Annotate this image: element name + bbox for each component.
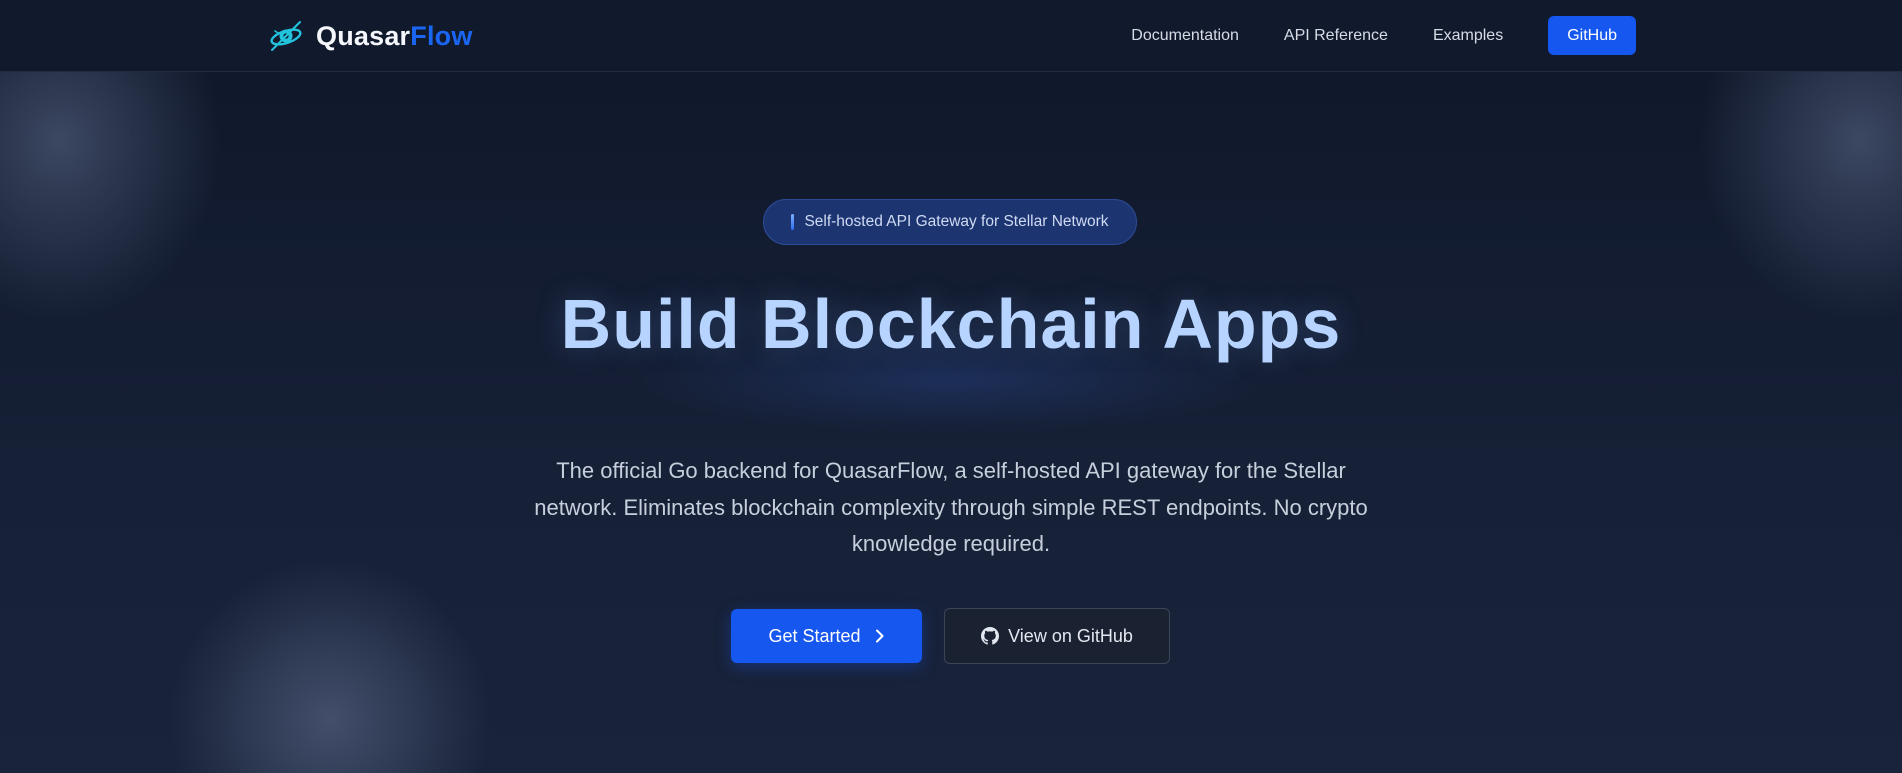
nav-link-documentation[interactable]: Documentation — [1131, 27, 1239, 45]
get-started-button[interactable]: Get Started — [731, 609, 922, 663]
github-icon — [981, 627, 1000, 645]
nav-links: Documentation API Reference Examples Git… — [1131, 16, 1636, 55]
brand-name-part1: Quasar — [316, 20, 411, 51]
chevron-right-icon — [875, 629, 885, 643]
view-on-github-label: View on GitHub — [1008, 625, 1133, 646]
hero-description: The official Go backend for QuasarFlow, … — [534, 458, 1368, 556]
badge-dot-icon — [791, 214, 795, 230]
nav-link-api-reference[interactable]: API Reference — [1284, 27, 1388, 45]
nav-link-examples[interactable]: Examples — [1433, 27, 1503, 45]
hero-section: Self-hosted API Gateway for Stellar Netw… — [0, 72, 1902, 772]
brand-name: QuasarFlow — [316, 21, 473, 52]
get-started-label: Get Started — [768, 625, 861, 646]
navbar: QuasarFlow Documentation API Reference E… — [0, 0, 1902, 72]
hero-badge-text: Self-hosted API Gateway for Stellar Netw… — [804, 213, 1109, 230]
github-nav-button[interactable]: GitHub — [1548, 16, 1636, 55]
brand-name-part2: Flow — [410, 20, 473, 51]
quasar-logo-icon — [266, 16, 306, 56]
view-on-github-button[interactable]: View on GitHub — [944, 608, 1170, 664]
hero-title: Build Blockchain Apps — [560, 285, 1342, 363]
brand-logo[interactable]: QuasarFlow — [266, 16, 473, 56]
hero-badge: Self-hosted API Gateway for Stellar Netw… — [763, 199, 1137, 245]
